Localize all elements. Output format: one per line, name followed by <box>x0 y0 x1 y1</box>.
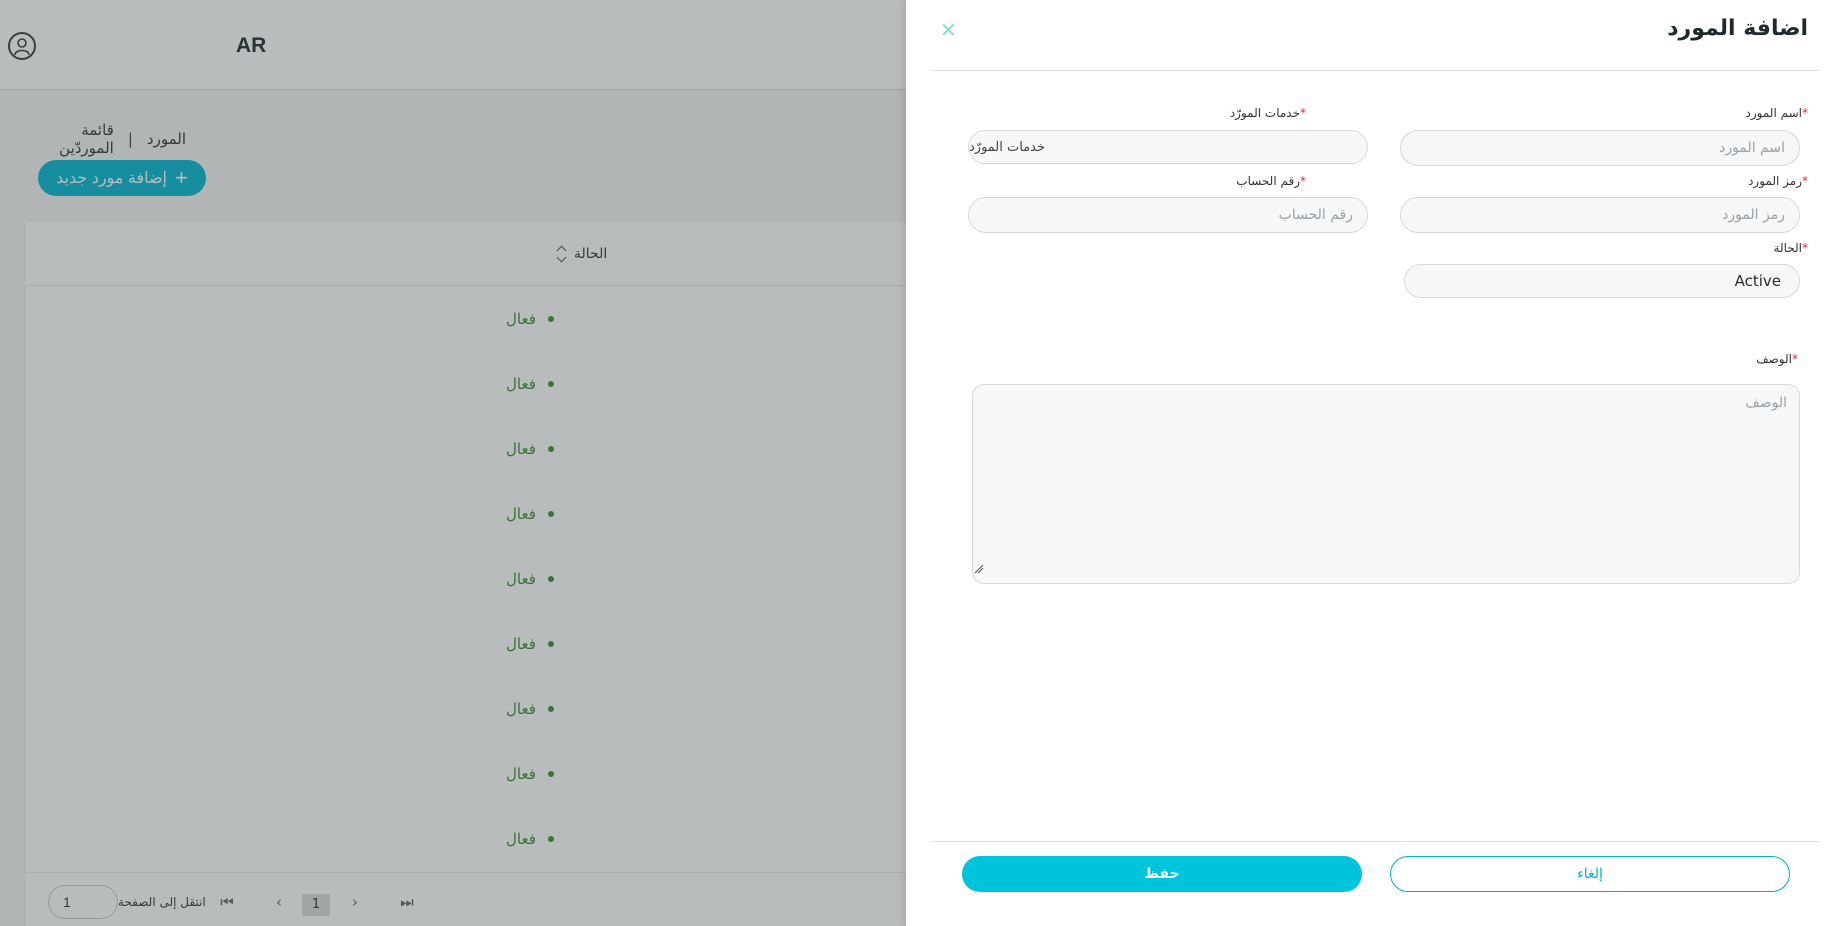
description-label: *الوصف <box>1756 352 1798 366</box>
drawer-title: اضافة المورد <box>1667 16 1808 41</box>
supplier-name-label: *اسم المورد <box>1745 106 1808 120</box>
supplier-services-label: *خدمات المورّد <box>1229 106 1306 120</box>
status-select[interactable]: Active <box>1404 264 1800 298</box>
supplier-code-label: *رمز المورد <box>1748 174 1808 188</box>
account-number-input[interactable] <box>968 197 1368 233</box>
supplier-code-input[interactable] <box>1400 197 1800 233</box>
cancel-button[interactable]: إلغاء <box>1390 856 1790 892</box>
status-select-value: Active <box>1734 272 1781 290</box>
account-number-label: *رقم الحساب <box>1236 174 1306 188</box>
supplier-name-input[interactable] <box>1400 130 1800 166</box>
resize-handle-icon[interactable] <box>974 564 984 574</box>
supplier-services-value: خدمات المورّد <box>969 139 1046 155</box>
close-icon[interactable]: ✕ <box>940 20 957 40</box>
supplier-services-select[interactable]: خدمات المورّد <box>968 130 1368 164</box>
description-textarea[interactable] <box>972 384 1800 584</box>
add-supplier-drawer: اضافة المورد ✕ *اسم المورد *خدمات المورّ… <box>906 0 1832 926</box>
drawer-divider <box>930 70 1820 71</box>
save-button[interactable]: حفظ <box>962 856 1362 892</box>
footer-divider <box>930 841 1820 842</box>
modal-overlay[interactable] <box>0 0 906 926</box>
status-label: *الحالة <box>1773 241 1808 255</box>
